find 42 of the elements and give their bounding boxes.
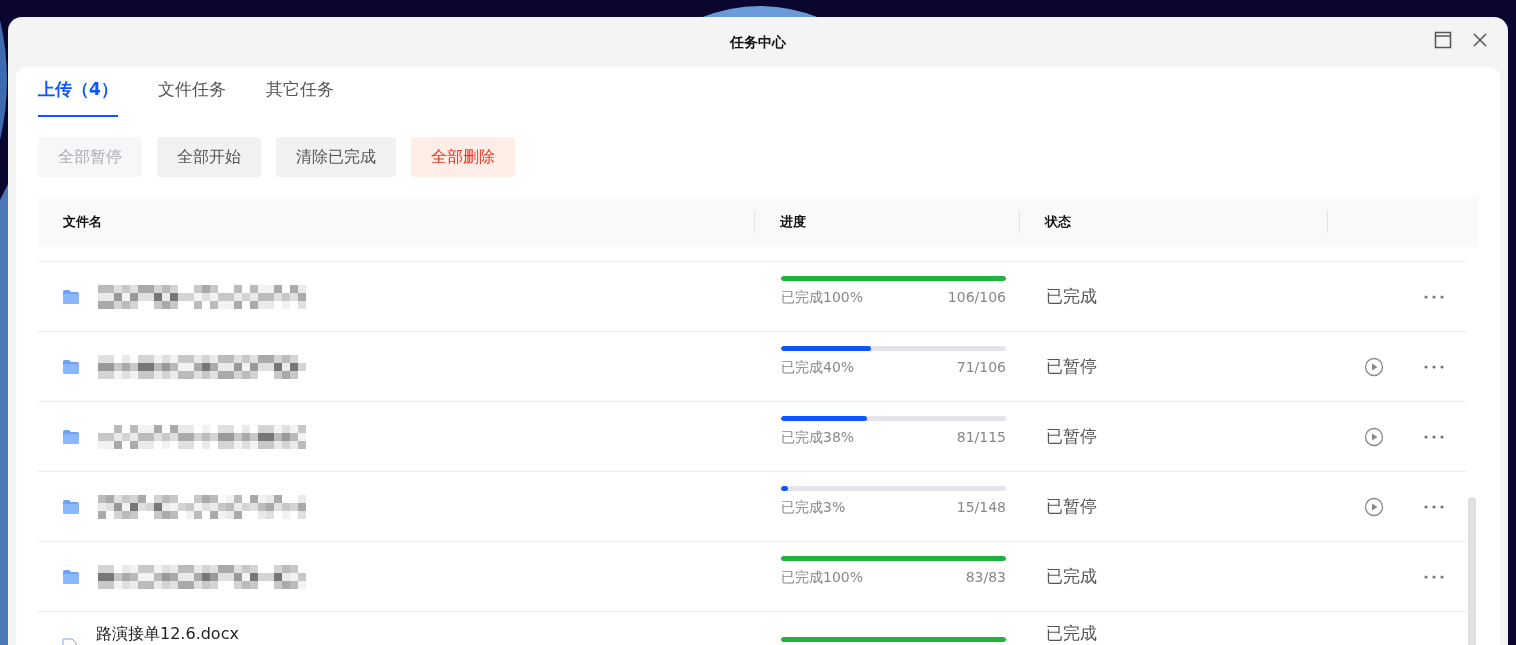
maximize-icon[interactable]: [1434, 31, 1452, 49]
file-name: 路演接单12.6.docx: [96, 622, 239, 645]
progress-text: 已完成40%: [781, 357, 855, 377]
folder-icon: [62, 568, 80, 585]
folder-icon: [62, 498, 80, 515]
play-icon[interactable]: [1364, 426, 1384, 447]
progress-text: 已完成38%: [781, 427, 855, 447]
tab[interactable]: 上传（4）: [38, 67, 118, 117]
column-header: 状态: [1045, 213, 1071, 232]
status-text: 已完成: [1046, 285, 1097, 306]
status-text: 已暂停: [1046, 495, 1097, 516]
window-title: 任务中心: [730, 32, 786, 52]
progress-text: 已完成100%: [781, 567, 864, 587]
file-count: 83/83: [965, 567, 1006, 587]
status-text: 已暂停: [1046, 355, 1097, 376]
play-icon[interactable]: [1364, 496, 1384, 517]
action-button[interactable]: 全部删除: [411, 137, 515, 177]
column-header: 文件名: [63, 213, 102, 232]
column-header: 进度: [780, 213, 806, 232]
file-count: 81/115: [956, 427, 1006, 447]
folder-icon: [62, 428, 80, 445]
status-text: 已完成: [1046, 565, 1097, 586]
file-count: 106/106: [947, 287, 1006, 307]
more-icon[interactable]: [1424, 364, 1444, 369]
folder-icon: [62, 288, 80, 305]
file-count: 15/148: [956, 497, 1006, 517]
more-icon[interactable]: [1424, 574, 1444, 579]
status-text: 已完成: [1046, 621, 1098, 645]
tab[interactable]: 文件任务: [157, 67, 226, 117]
close-icon[interactable]: [1472, 32, 1488, 48]
folder-icon: [62, 358, 80, 375]
progress-text: 已完成100%: [781, 287, 864, 307]
more-icon[interactable]: [1424, 294, 1444, 299]
action-button[interactable]: 全部开始: [157, 137, 261, 177]
tab[interactable]: 其它任务: [265, 67, 334, 117]
action-button[interactable]: 清除已完成: [276, 137, 396, 177]
more-icon[interactable]: [1424, 504, 1444, 509]
more-icon[interactable]: [1424, 434, 1444, 439]
file-count: 71/106: [956, 357, 1006, 377]
status-text: 已暂停: [1046, 425, 1097, 446]
play-icon[interactable]: [1364, 356, 1384, 377]
progress-text: 已完成3%: [781, 497, 846, 517]
